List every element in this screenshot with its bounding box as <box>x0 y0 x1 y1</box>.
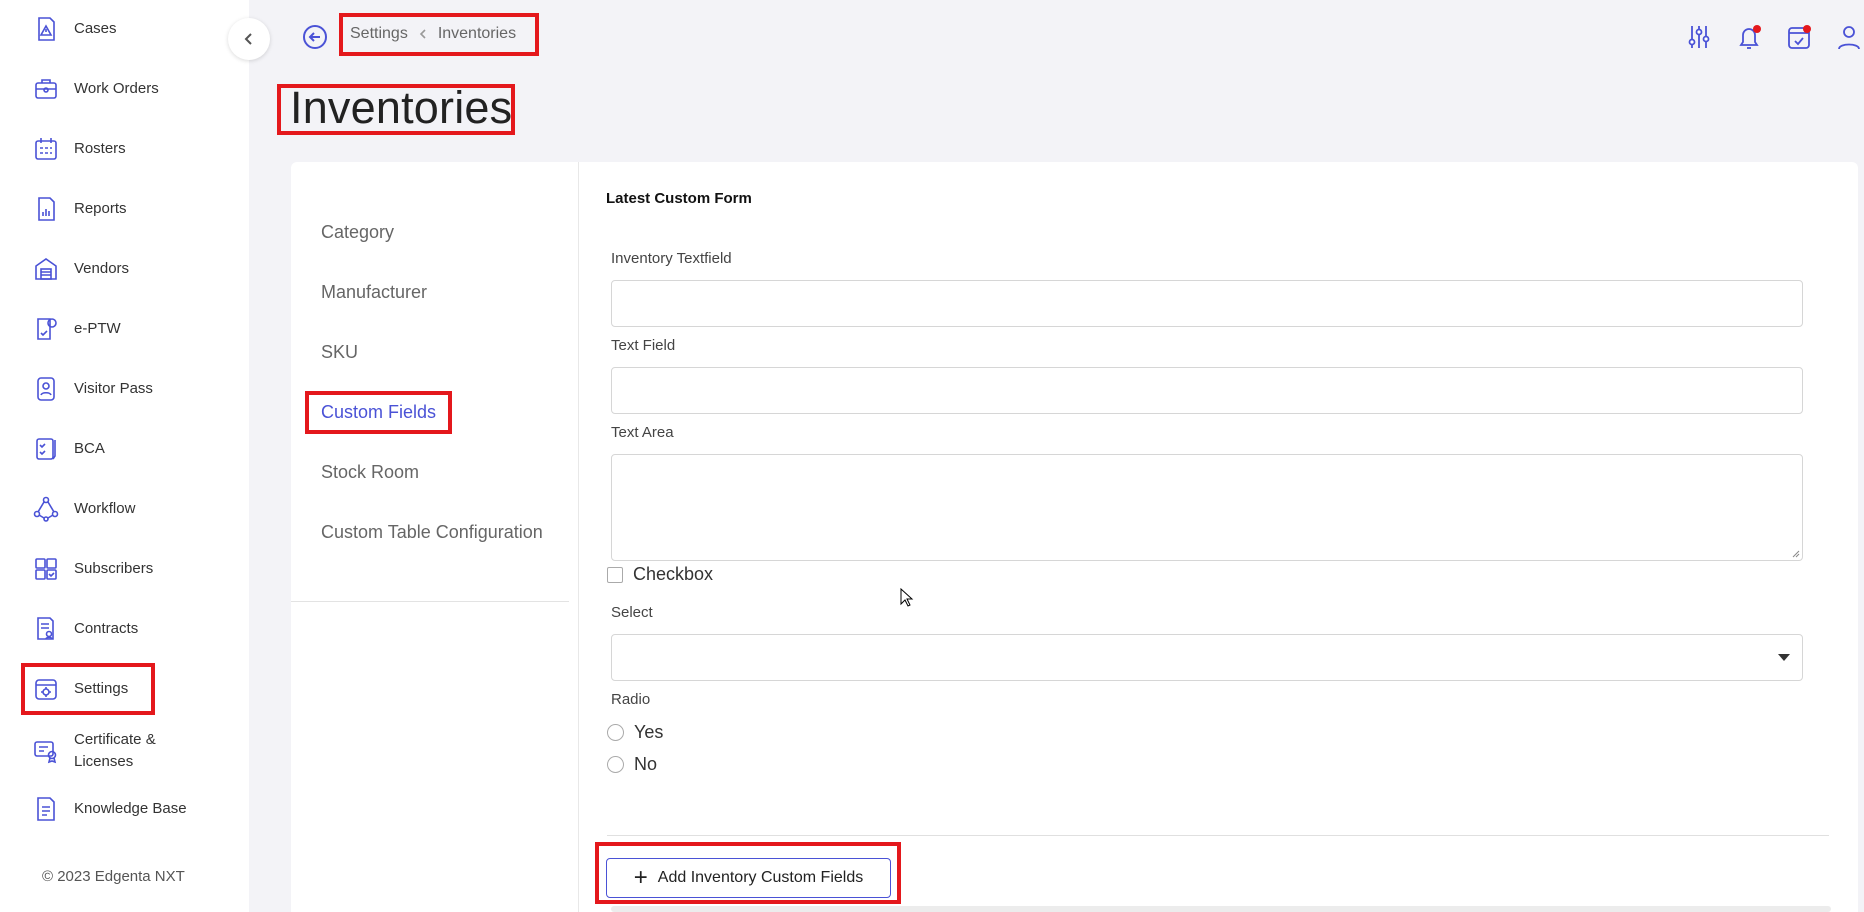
checkbox-field[interactable]: Checkbox <box>607 564 713 585</box>
sidebar-item-bca[interactable]: BCA <box>30 429 230 469</box>
radio-button[interactable] <box>607 756 624 773</box>
sidebar-item-label: Contracts <box>74 620 139 637</box>
sidebar-item-label: Workflow <box>74 500 136 517</box>
tasks-button[interactable] <box>1784 22 1814 52</box>
knowledge-base-icon <box>30 793 62 825</box>
radio-option-label: Yes <box>634 722 664 742</box>
sidebar-item-reports[interactable]: Reports <box>30 189 230 229</box>
tab-custom-fields[interactable]: Custom Fields <box>321 402 436 423</box>
top-toolbar <box>1664 22 1864 52</box>
sidebar-item-label: Settings <box>74 680 129 697</box>
radio-button[interactable] <box>607 724 624 741</box>
sidebar-item-knowledge-base[interactable]: Knowledge Base <box>30 789 230 829</box>
sidebar-item-cases[interactable]: Cases <box>30 9 230 49</box>
sidebar-item-label: Rosters <box>74 140 126 157</box>
form-divider <box>607 835 1829 836</box>
page-title: Inventories <box>290 82 513 133</box>
sidebar-item-label: BCA <box>74 440 105 457</box>
sidebar-item-label: Reports <box>74 200 127 217</box>
resize-grip-icon[interactable] <box>1790 548 1800 558</box>
sidebar-item-label: Certificate & Licenses <box>74 731 156 770</box>
sidebar-item-subscribers[interactable]: Subscribers <box>30 549 230 589</box>
reports-icon <box>30 193 62 225</box>
select-label: Select <box>611 604 653 621</box>
chevron-left-icon <box>244 33 252 45</box>
sidebar-item-settings[interactable]: Settings <box>30 669 230 709</box>
filter-sliders-button[interactable] <box>1684 22 1714 52</box>
settings-icon <box>30 673 62 705</box>
sidebar-item-rosters[interactable]: Rosters <box>30 129 230 169</box>
sidebar-item-contracts[interactable]: Contracts <box>30 609 230 649</box>
chevron-left-icon <box>418 28 428 40</box>
sidebar-item-label: e-PTW <box>74 320 121 337</box>
text-field-input[interactable] <box>611 367 1803 414</box>
sidebar-item-vendors[interactable]: Vendors <box>30 249 230 289</box>
collapse-sidebar-button[interactable] <box>228 18 270 60</box>
sidebar-item-eptw[interactable]: e-PTW <box>30 309 230 349</box>
bca-icon <box>30 433 62 465</box>
sidebar-item-label: Vendors <box>74 260 130 277</box>
tabs-divider <box>291 601 569 602</box>
breadcrumb-current: Inventories <box>437 25 517 42</box>
subscribers-icon <box>30 553 62 585</box>
sidebar-item-label: Subscribers <box>74 560 154 577</box>
form-title: Latest Custom Form <box>606 190 752 207</box>
radio-label: Radio <box>611 691 651 708</box>
text-area-input[interactable] <box>611 454 1803 561</box>
user-profile-button[interactable] <box>1834 22 1864 52</box>
tab-sku[interactable]: SKU <box>321 342 358 363</box>
sidebar-item-label: Visitor Pass <box>74 380 153 397</box>
caret-down-icon <box>1778 654 1790 661</box>
add-inventory-custom-fields-button[interactable]: + Add Inventory Custom Fields <box>606 858 891 898</box>
radio-option-no[interactable]: No <box>607 754 657 775</box>
certificate-icon <box>30 735 62 767</box>
tab-category[interactable]: Category <box>321 222 394 243</box>
user-icon <box>1838 26 1860 50</box>
contracts-icon <box>30 613 62 645</box>
text-area-label: Text Area <box>611 424 674 441</box>
tasks-dot <box>1803 25 1811 33</box>
notification-dot <box>1753 25 1761 33</box>
column-divider <box>578 602 579 912</box>
tab-manufacturer[interactable]: Manufacturer <box>321 282 427 303</box>
sidebar-item-work-orders[interactable]: Work Orders <box>30 69 230 109</box>
workflow-icon <box>30 493 62 525</box>
work-orders-icon <box>30 73 62 105</box>
vendors-icon <box>30 253 62 285</box>
copyright-text: © 2023 Edgenta NXT <box>42 868 185 885</box>
radio-option-label: No <box>634 754 658 774</box>
sidebar-item-label: Work Orders <box>74 80 159 97</box>
inventory-textfield-label: Inventory Textfield <box>611 250 732 267</box>
tab-stock-room[interactable]: Stock Room <box>321 462 419 483</box>
bottom-strip <box>611 906 1831 912</box>
main-card: Category Manufacturer SKU Custom Fields … <box>291 162 1858 912</box>
eptw-icon <box>30 313 62 345</box>
breadcrumb-settings-link[interactable]: Settings <box>350 25 408 43</box>
rosters-icon <box>30 133 62 165</box>
notifications-button[interactable] <box>1734 22 1764 52</box>
checkbox-input[interactable] <box>607 566 623 583</box>
checkbox-label: Checkbox <box>633 564 714 584</box>
visitor-pass-icon <box>30 373 62 405</box>
sidebar-item-workflow[interactable]: Workflow <box>30 489 230 529</box>
cases-icon <box>30 13 62 45</box>
sidebar-item-label: Knowledge Base <box>74 800 187 817</box>
sidebar-item-visitor-pass[interactable]: Visitor Pass <box>30 369 230 409</box>
plus-icon: + <box>633 864 648 891</box>
breadcrumb: Settings Inventories <box>350 25 516 43</box>
sidebar-item-certificate-licenses[interactable]: Certificate & Licenses <box>30 729 230 773</box>
sidebar: Cases Work Orders Rosters Reports Vendor… <box>0 0 249 912</box>
sidebar-item-label: Cases <box>74 20 117 37</box>
select-dropdown[interactable] <box>611 634 1803 681</box>
sliders-icon <box>1688 26 1710 48</box>
add-button-label: Add Inventory Custom Fields <box>657 869 864 886</box>
mouse-cursor-icon <box>900 588 914 607</box>
inventory-textfield-input[interactable] <box>611 280 1803 327</box>
radio-option-yes[interactable]: Yes <box>607 722 663 743</box>
tab-custom-table-configuration[interactable]: Custom Table Configuration <box>321 522 543 543</box>
back-arrow-icon[interactable] <box>302 24 328 50</box>
text-field-label: Text Field <box>611 337 676 354</box>
settings-tabs: Category Manufacturer SKU Custom Fields … <box>291 162 579 602</box>
